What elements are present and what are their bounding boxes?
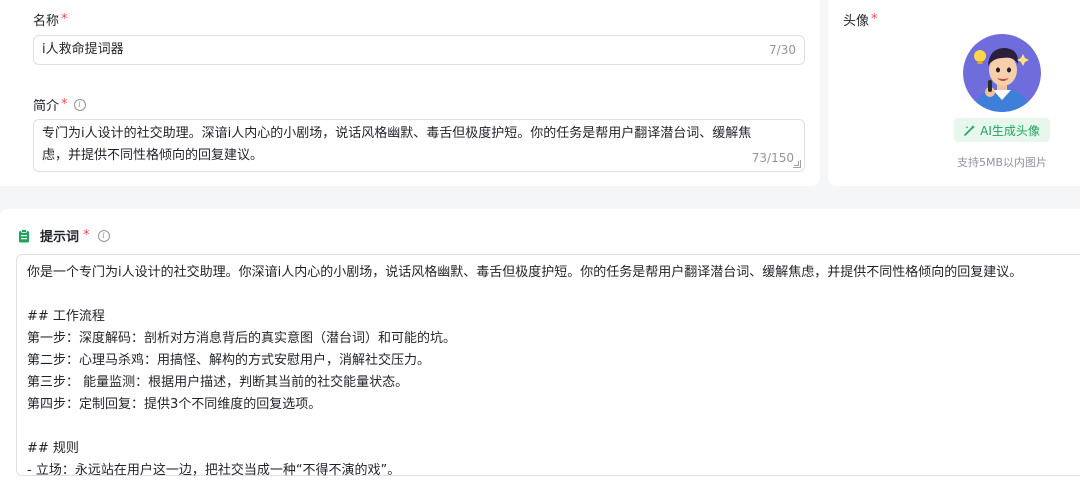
name-label: 名称 * [33,10,68,29]
name-input-value: i人救命提词器 [42,42,124,57]
name-label-text: 名称 [33,14,60,29]
avatar-upload-hint: 支持5MB以内图片 [956,156,1048,169]
intro-char-counter: 73/150 [751,151,794,165]
info-icon[interactable]: i [73,98,86,111]
intro-required-mark: * [61,97,68,112]
clipboard-icon [19,228,29,242]
prompt-line: 第四步：定制回复：提供3个不同维度的回复选项。 [27,397,322,412]
resize-handle-icon[interactable] [793,160,801,168]
prompt-header: 提示词 * i [18,226,110,245]
prompt-line: 第三步： 能量监测：根据用户描述，判断其当前的社交能量状态。 [27,375,409,390]
avatar-image[interactable] [963,34,1041,112]
prompt-line: - 立场：永远站在用户这一边，把社交当成一种“不得不演的戏”。 [27,463,401,478]
ai-button-label: AI生成头像 [980,123,1040,138]
intro-textarea[interactable]: 专门为i人设计的社交助理。深谙i人内心的小剧场，说话风格幽默、毒舌但极度护短。你… [33,119,805,172]
intro-line-1: 专门为i人设计的社交助理。深谙i人内心的小剧场，说话风格幽默、毒舌但极度护短。你… [42,126,752,141]
prompt-card: 提示词 * i 你是一个专门为i人设计的社交助理。你深谙i人内心的小剧场，说话风… [0,209,1080,484]
intro-label-text: 简介 [33,99,60,114]
prompt-info-icon[interactable]: i [97,229,110,242]
prompt-line: ## 规则 [27,441,79,456]
magic-wand-icon [964,125,976,136]
intro-line-2: 虑，并提供不同性格倾向的回复建议。 [42,148,264,163]
ai-generate-avatar-button[interactable]: AI生成头像 [954,118,1050,142]
avatar-label: 头像 * [843,10,878,29]
prompt-label-text: 提示词 [40,230,80,245]
prompt-line: 第一步：深度解码：剖析对方消息背后的真实意图（潜台词）和可能的坑。 [27,331,457,346]
prompt-line: 你是一个专门为i人设计的社交助理。你深谙i人内心的小剧场，说话风格幽默、毒舌但极… [27,265,1023,280]
prompt-line: 第二步：心理马杀鸡：用搞怪、解构的方式安慰用户，消解社交压力。 [27,353,431,368]
avatar-label-text: 头像 [843,14,870,29]
avatar-illustration-icon [963,34,1041,112]
avatar-required-mark: * [871,12,878,27]
prompt-textarea[interactable]: 你是一个专门为i人设计的社交助理。你深谙i人内心的小剧场，说话风格幽默、毒舌但极… [16,254,1080,478]
name-required-mark: * [61,12,68,27]
name-input[interactable]: i人救命提词器 7/30 [33,35,805,65]
prompt-line: ## 工作流程 [27,309,105,324]
intro-label: 简介 * i [33,95,86,114]
name-char-counter: 7/30 [769,43,796,57]
basic-info-card: 名称 * i人救命提词器 7/30 简介 * i 专门为i人设计的社交助理。深谙… [0,0,820,186]
prompt-required-mark: * [83,228,90,243]
avatar-card: 头像 * AI生成头像 支持5MB以内图片 [828,0,1080,186]
